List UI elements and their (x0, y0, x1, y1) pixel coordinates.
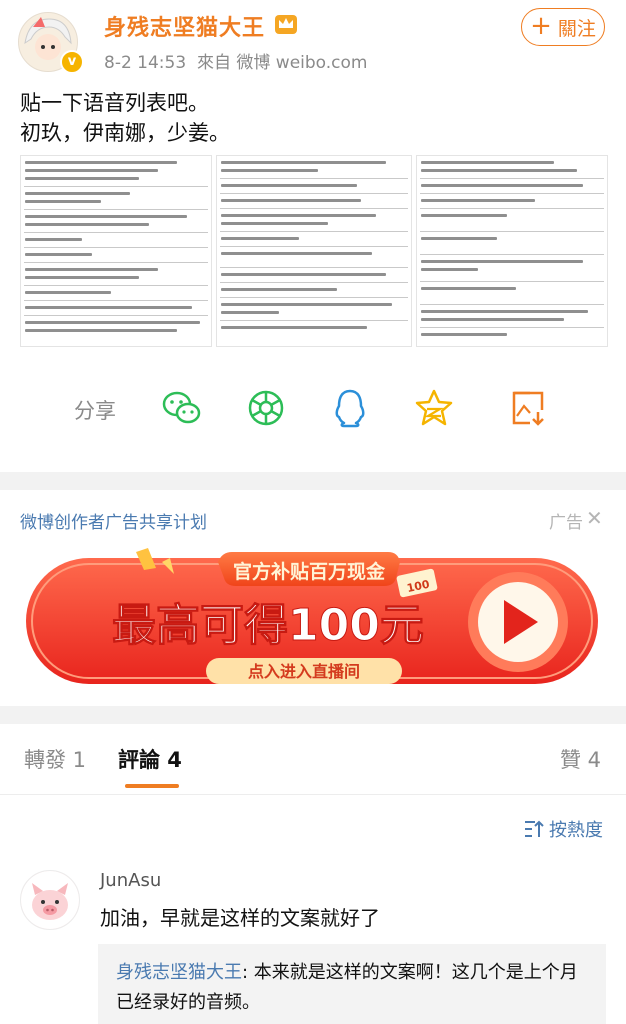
post-text: 贴一下语音列表吧。 初玖，伊南娜，少姜。 (20, 91, 230, 145)
post-image-3[interactable] (416, 155, 608, 347)
qq-icon[interactable] (328, 386, 372, 430)
tab-like[interactable]: 贊 4 (560, 744, 601, 774)
tabs-divider (0, 794, 626, 795)
post-meta: 8-2 14:53 來自 微博 weibo.com (104, 48, 367, 73)
commenter-avatar[interactable] (20, 870, 80, 930)
ad-title[interactable]: 微博创作者广告共享计划 (20, 508, 207, 533)
tab-repost[interactable]: 轉發 1 (24, 744, 86, 774)
tab-comment[interactable]: 評論 4 (118, 744, 182, 774)
comment-text: 加油，早就是这样的文案就好了 (100, 906, 380, 930)
active-tab-indicator (125, 784, 179, 788)
post-image-1[interactable] (20, 155, 212, 347)
post-image-2[interactable] (216, 155, 412, 347)
moments-icon[interactable] (244, 386, 288, 430)
comment-reply[interactable]: 身残志坚猫大王: 本来就是这样的文案啊！这几个是上个月已经录好的音频。 (98, 944, 606, 1024)
follow-label: 關注 (557, 17, 596, 40)
verified-badge-icon: v (60, 50, 84, 74)
section-separator (0, 472, 626, 490)
follow-button[interactable]: + 關注 (521, 8, 605, 46)
crown-icon (275, 15, 297, 34)
post-source: 來自 微博 weibo.com (196, 53, 368, 73)
ad-tag: 广告 (549, 513, 583, 533)
share-label: 分享 (74, 399, 116, 423)
save-image-icon[interactable] (506, 386, 550, 430)
author-name[interactable]: 身残志坚猫大王 (104, 10, 265, 42)
plus-icon: + (530, 11, 552, 41)
banner-top-text: 官方补贴百万现金 (233, 560, 386, 583)
post-time: 8-2 14:53 (104, 53, 187, 73)
reply-author[interactable]: 身残志坚猫大王 (116, 962, 242, 983)
section-separator (0, 706, 626, 724)
wechat-icon[interactable] (160, 386, 204, 430)
sort-icon (525, 820, 544, 837)
commenter-name[interactable]: JunAsu (100, 870, 161, 891)
sort-button[interactable]: 按熱度 (524, 816, 603, 842)
banner-main-text: 最高可得100元 (112, 600, 424, 651)
qzone-icon[interactable] (412, 386, 456, 430)
banner-bottom-text: 点入进入直播间 (248, 662, 360, 681)
close-icon[interactable]: ✕ (586, 506, 603, 530)
sort-label: 按熱度 (549, 820, 603, 841)
ad-banner[interactable]: 官方补贴百万现金 最高可得100元 100 点入进入直播间 (26, 548, 598, 686)
